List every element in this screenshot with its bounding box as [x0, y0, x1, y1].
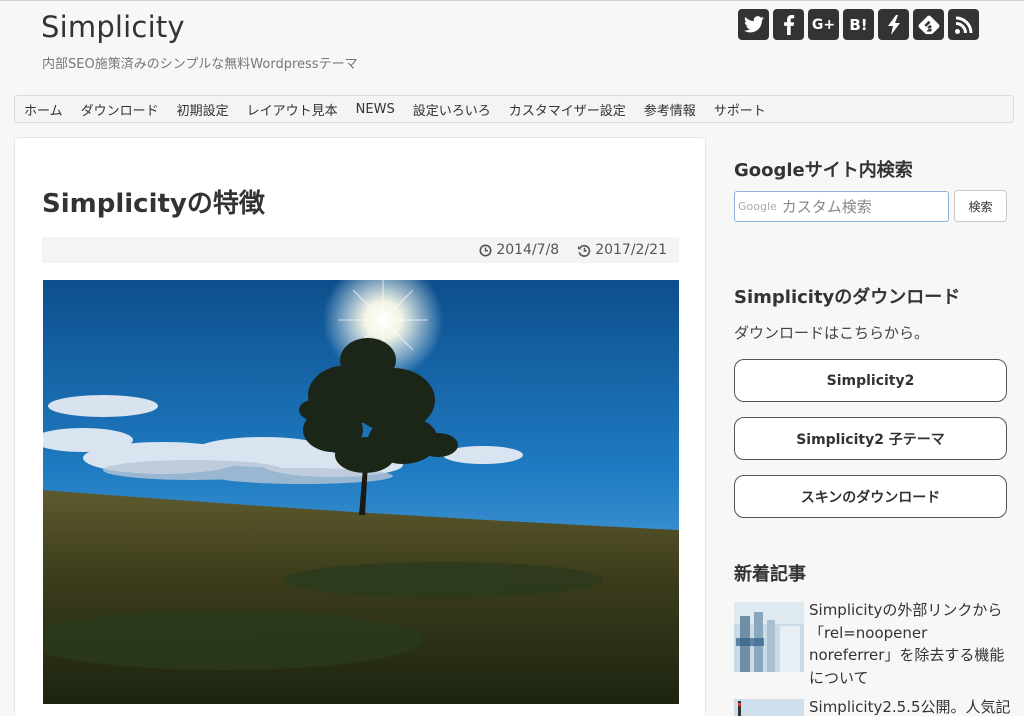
updated-date-text: 2017/2/21 [595, 242, 667, 258]
download-text: ダウンロードはこちらから。 [734, 324, 930, 342]
site-description: 内部SEO施策済みのシンプルな無料Wordpressテーマ [42, 57, 358, 72]
recent-post-1-line-3: noreferrer」を除去する機能 [809, 646, 1005, 664]
recent-post-title-2[interactable]: Simplicity2.5.5公開。人気記 [809, 696, 1011, 716]
date-bar: 2014/7/8 2017/2/21 [42, 237, 679, 263]
clock-icon [479, 243, 492, 257]
updated-date: 2017/2/21 [577, 242, 667, 258]
download-skins-button[interactable]: スキンのダウンロード [734, 475, 1007, 518]
site-title[interactable]: Simplicity [41, 10, 185, 44]
twitter-icon[interactable] [738, 9, 769, 40]
google-plus-icon[interactable]: G+ [808, 9, 839, 40]
nav-item-home[interactable]: ホーム [24, 100, 63, 119]
recent-post-1-line-4: について [809, 668, 869, 687]
post-thumbnail[interactable] [734, 602, 804, 672]
download-simplicity2-button[interactable]: Simplicity2 [734, 359, 1007, 402]
top-border [0, 0, 1024, 1]
published-date: 2014/7/8 [479, 242, 559, 258]
recent-post-1-line-2: 「rel=noopener [809, 623, 928, 642]
recent-post-1-line-1: Simplicityの外部リンクから [809, 601, 1003, 619]
recent-post-2-line-1: Simplicity2.5.5公開。人気記 [809, 698, 1011, 716]
nav-item-download[interactable]: ダウンロード [81, 100, 159, 119]
facebook-icon[interactable] [773, 9, 804, 40]
search-widget-title: Googleサイト内検索 [734, 160, 913, 181]
history-icon [578, 244, 591, 257]
global-nav: ホーム ダウンロード 初期設定 レイアウト見本 NEWS 設定いろいろ カスタマ… [14, 95, 1014, 123]
rss-icon[interactable] [948, 9, 979, 40]
main-content: Simplicityの特徴 2014/7/8 2017/2/21 [14, 137, 706, 716]
nav-item-customizer[interactable]: カスタマイザー設定 [509, 100, 626, 119]
nav-item-news[interactable]: NEWS [356, 102, 395, 117]
nav-item-initial-setup[interactable]: 初期設定 [177, 100, 229, 119]
eyecatch-image [43, 280, 679, 704]
recent-widget-title: 新着記事 [734, 564, 806, 585]
bolt-icon[interactable] [878, 9, 909, 40]
download-child-theme-button[interactable]: Simplicity2 子テーマ [734, 417, 1007, 460]
nav-item-layout-sample[interactable]: レイアウト見本 [247, 100, 338, 119]
download-widget-title: Simplicityのダウンロード [734, 287, 961, 308]
article-title: Simplicityの特徴 [42, 189, 265, 219]
nav-item-reference[interactable]: 参考情報 [644, 100, 696, 119]
google-mark: Google [738, 200, 777, 213]
nav-item-support[interactable]: サポート [714, 100, 766, 119]
search-placeholder: カスタム検索 [781, 198, 872, 216]
nav-item-settings[interactable]: 設定いろいろ [413, 100, 491, 119]
hatena-bookmark-icon[interactable]: B! [843, 9, 874, 40]
search-input[interactable]: Google カスタム検索 [734, 191, 949, 222]
sns-buttons: G+ B! [738, 9, 979, 40]
feedly-icon[interactable] [913, 9, 944, 40]
recent-post-title-1[interactable]: Simplicityの外部リンクから 「rel=noopener norefer… [809, 599, 1011, 689]
published-date-text: 2014/7/8 [496, 242, 560, 258]
search-button[interactable]: 検索 [954, 190, 1007, 222]
post-thumbnail[interactable] [734, 699, 804, 716]
